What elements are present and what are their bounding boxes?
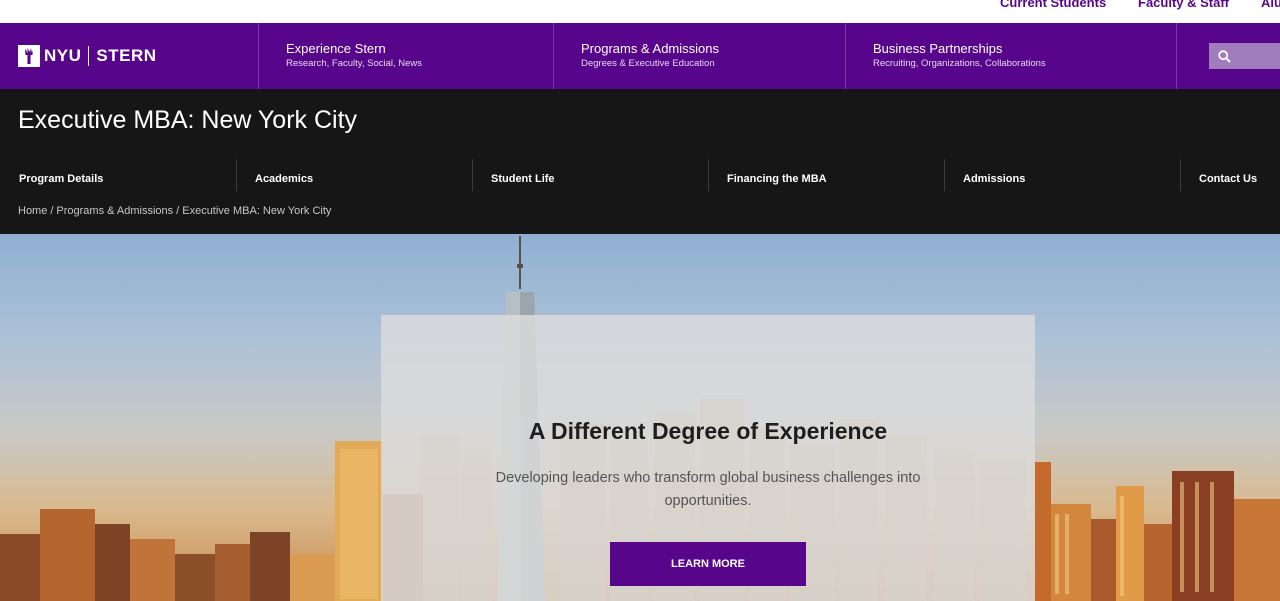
subnav-item-admissions[interactable]: Admissions <box>944 159 1180 191</box>
nav-section-subtitle: Research, Faculty, Social, News <box>286 58 423 69</box>
subnav-item-label: Contact Us <box>1199 173 1258 185</box>
logo-text-stern: STERN <box>96 46 157 65</box>
nyu-stern-logo[interactable]: NYU STERN <box>18 44 157 68</box>
subnav-item-label: Program Details <box>19 173 104 185</box>
subnav-item-student-life[interactable]: Student Life <box>472 159 708 191</box>
utility-bar: Current Students Faculty & Staff Alu <box>0 0 1280 23</box>
logo-divider <box>88 46 90 66</box>
search-button[interactable] <box>1209 43 1280 69</box>
search-icon <box>1218 49 1231 63</box>
page-title: Executive MBA: New York City <box>18 106 358 134</box>
nav-section-title: Experience Stern <box>286 41 386 56</box>
hero-banner: A Different Degree of Experience Develop… <box>0 234 1280 601</box>
program-subnav: Program Details Academics Student Life F… <box>0 159 1280 191</box>
utility-link-faculty-staff[interactable]: Faculty & Staff <box>1138 0 1229 10</box>
nav-section-subtitle: Recruiting, Organizations, Collaboration… <box>873 58 1046 69</box>
hero-tagline: Developing leaders who transform global … <box>495 470 921 509</box>
breadcrumb-current: Executive MBA: New York City <box>182 205 332 217</box>
nav-section-experience-stern[interactable]: Experience Stern Research, Faculty, Soci… <box>258 23 553 89</box>
main-navigation: NYU STERN Experience Stern Research, Fac… <box>0 23 1280 89</box>
nav-section-title: Business Partnerships <box>873 41 1003 56</box>
breadcrumb-home[interactable]: Home <box>18 205 47 217</box>
subnav-item-academics[interactable]: Academics <box>236 159 472 191</box>
utility-link-current-students[interactable]: Current Students <box>1000 0 1106 10</box>
nav-section-business-partnerships[interactable]: Business Partnerships Recruiting, Organi… <box>845 23 1177 89</box>
subnav-item-contact-us[interactable]: Contact Us <box>1180 159 1280 191</box>
subnav-item-financing[interactable]: Financing the MBA <box>708 159 944 191</box>
subnav-item-label: Student Life <box>491 173 555 185</box>
program-header: Executive MBA: New York City Program Det… <box>0 89 1280 234</box>
nav-section-subtitle: Degrees & Executive Education <box>581 58 715 69</box>
hero-overlay-card: A Different Degree of Experience Develop… <box>381 315 1035 601</box>
learn-more-button[interactable]: LEARN MORE <box>610 542 806 586</box>
subnav-item-label: Financing the MBA <box>727 173 827 185</box>
breadcrumb-programs-admissions[interactable]: Programs & Admissions <box>56 205 173 217</box>
subnav-item-program-details[interactable]: Program Details <box>0 159 236 191</box>
hero-headline: A Different Degree of Experience <box>528 418 888 444</box>
utility-link-alumni[interactable]: Alu <box>1261 0 1280 10</box>
subnav-item-label: Admissions <box>963 173 1026 185</box>
nav-section-title: Programs & Admissions <box>581 41 719 56</box>
subnav-item-label: Academics <box>255 173 314 185</box>
torch-icon <box>18 45 40 67</box>
logo-text-nyu: NYU <box>44 46 82 65</box>
nav-section-programs-admissions[interactable]: Programs & Admissions Degrees & Executiv… <box>553 23 845 89</box>
breadcrumb: Home / Programs & Admissions / Executive MBA… <box>18 205 332 217</box>
